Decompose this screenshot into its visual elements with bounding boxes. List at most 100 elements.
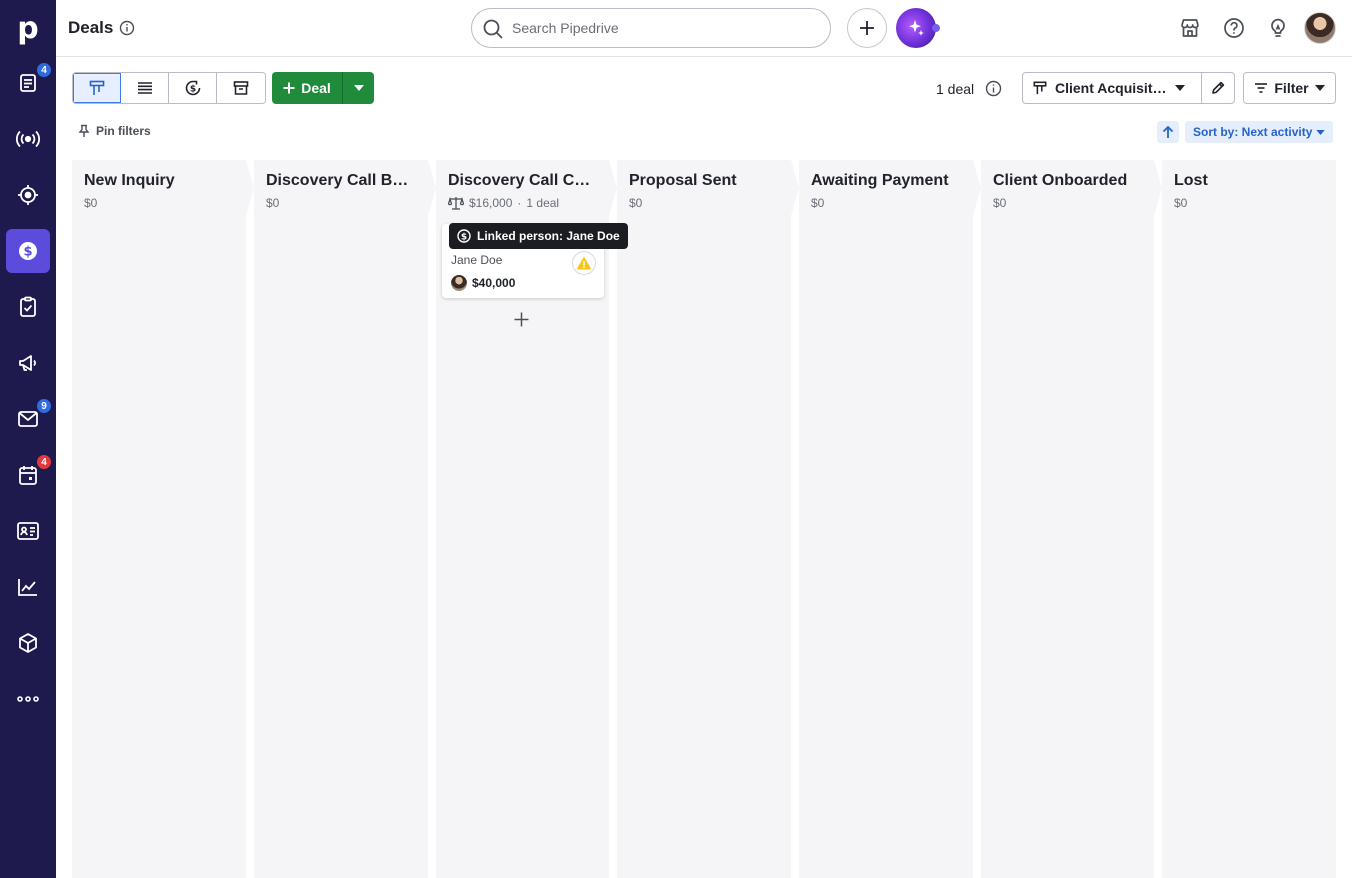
marketplace-button[interactable] [1178, 16, 1202, 40]
stage-title: Discovery Call Completed [448, 172, 597, 189]
nav-more[interactable] [6, 677, 50, 721]
stage-header[interactable]: Discovery Call Completed $16,000 · 1 dea… [436, 160, 609, 216]
stage-header[interactable]: Client Onboarded $0 [981, 160, 1154, 216]
sort-direction-button[interactable] [1157, 121, 1179, 143]
nav-mail[interactable]: 9 [6, 397, 52, 441]
info-icon[interactable] [119, 20, 135, 36]
nav-tasks[interactable] [6, 285, 50, 329]
plus-icon [859, 20, 875, 36]
list-view-button[interactable] [121, 73, 169, 103]
stage-summary: $0 [84, 196, 234, 210]
stage-amount: $0 [993, 196, 1007, 210]
sort-by-dropdown[interactable]: Sort by: Next activity [1185, 121, 1334, 143]
forecast-icon: $ [184, 79, 202, 97]
search-box[interactable] [471, 8, 831, 48]
filter-button[interactable]: Filter [1243, 72, 1336, 104]
quick-add-button[interactable] [847, 8, 887, 48]
stage-summary: $0 [1174, 196, 1324, 210]
stage-chevron [791, 160, 799, 216]
tips-button[interactable] [1266, 16, 1290, 40]
view-switcher: $ [72, 72, 266, 104]
add-deal-button[interactable]: Deal [272, 72, 342, 104]
deal-card-value: $40,000 [451, 275, 515, 291]
add-deal-dropdown[interactable] [342, 72, 374, 104]
stage-column: Awaiting Payment $0 [799, 160, 973, 878]
sidebar: p 4 $ 9 4 [0, 0, 56, 878]
person-avatar [451, 275, 467, 291]
weighted-scale-icon [448, 196, 464, 210]
ai-assistant-button[interactable] [896, 8, 936, 48]
stage-summary: $16,000 · 1 deal [448, 196, 597, 210]
no-activity-warning[interactable] [572, 251, 596, 275]
nav-insights[interactable] [6, 565, 50, 609]
pin-filters-label: Pin filters [96, 124, 151, 138]
ai-status-dot [932, 24, 940, 32]
forecast-view-button[interactable]: $ [169, 73, 217, 103]
warning-icon [576, 256, 592, 270]
svg-text:$: $ [23, 245, 32, 260]
nav-target[interactable] [6, 173, 50, 217]
tooltip-text: Linked person: Jane Doe [477, 229, 620, 243]
svg-text:$: $ [461, 232, 467, 242]
stage-title: Client Onboarded [993, 172, 1128, 189]
mail-badge: 9 [36, 398, 52, 414]
target-icon [17, 184, 39, 206]
top-bar: Deals [56, 0, 1352, 57]
archive-view-button[interactable] [217, 73, 265, 103]
list-icon [137, 81, 153, 95]
caret-down-icon [1175, 85, 1185, 91]
stage-header[interactable]: Proposal Sent $0 [617, 160, 791, 216]
nav-leads[interactable]: 4 [6, 61, 52, 105]
help-icon [1223, 17, 1245, 39]
nav-products[interactable] [6, 621, 50, 665]
stage-header[interactable]: Awaiting Payment $0 [799, 160, 973, 216]
stage-amount: $0 [84, 196, 98, 210]
deals-icon: $ [17, 240, 39, 262]
stage-header[interactable]: Lost $0 [1162, 160, 1336, 216]
info-icon[interactable] [985, 80, 1002, 97]
help-button[interactable] [1222, 16, 1246, 40]
nav-broadcast[interactable] [6, 117, 50, 161]
plus-icon [283, 82, 295, 94]
products-icon [17, 632, 39, 654]
tasks-icon [18, 296, 38, 318]
stage-header[interactable]: Discovery Call Booked $0 [254, 160, 428, 216]
pipeline-selector[interactable]: Client Acquisition Pipeline [1022, 72, 1202, 104]
nav-deals[interactable]: $ [6, 229, 50, 273]
edit-pipeline-button[interactable] [1201, 72, 1235, 104]
stage-chevron [1154, 160, 1162, 216]
page-title-text: Deals [68, 18, 114, 37]
deal-card-person: Jane Doe [451, 253, 503, 267]
stage-chevron [428, 160, 436, 216]
caret-down-icon [1316, 129, 1326, 135]
nav-calendar[interactable]: 4 [6, 453, 52, 497]
nav-campaigns[interactable] [6, 341, 50, 385]
stage-amount: $0 [1174, 196, 1188, 210]
pipedrive-logo[interactable]: p [0, 0, 56, 56]
nav-contacts[interactable] [6, 509, 50, 553]
stage-title: Discovery Call Booked [266, 172, 416, 189]
deal-coin-icon: $ [457, 229, 471, 243]
pipeline-view-button[interactable] [73, 73, 121, 103]
add-deal-to-stage-button[interactable] [510, 308, 532, 330]
stage-column: Proposal Sent $0 [617, 160, 791, 878]
arrow-up-icon [1162, 125, 1174, 139]
pin-filters-button[interactable]: Pin filters [78, 124, 151, 138]
filter-label: Filter [1274, 80, 1309, 96]
search-input[interactable] [512, 20, 812, 36]
sparkle-icon [906, 18, 926, 38]
user-avatar[interactable] [1304, 12, 1336, 44]
stage-header[interactable]: New Inquiry $0 [72, 160, 246, 216]
leads-icon [18, 73, 38, 93]
svg-text:$: $ [189, 85, 195, 95]
lightbulb-icon [1267, 17, 1289, 39]
stage-amount: $0 [811, 196, 825, 210]
stage-title: Proposal Sent [629, 172, 737, 189]
stage-column: Discovery Call Booked $0 [254, 160, 428, 878]
kanban-icon [1033, 81, 1047, 95]
kanban-icon [89, 80, 105, 96]
stage-amount: $0 [629, 196, 643, 210]
broadcast-icon [15, 129, 41, 149]
pin-icon [78, 124, 90, 138]
pipeline-board: New Inquiry $0 Discovery Call Booked $0 … [72, 160, 1336, 878]
